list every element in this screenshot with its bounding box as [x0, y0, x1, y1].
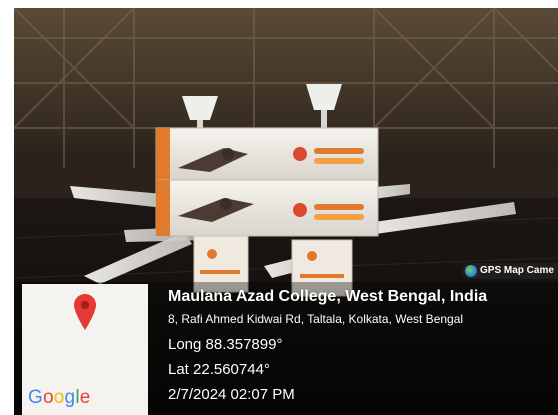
location-info: Maulana Azad College, West Bengal, India… [168, 286, 556, 405]
timestamp: 2/7/2024 02:07 PM [168, 386, 295, 403]
fan-box-bottom [155, 179, 379, 237]
longitude-readout: Long 88.357899° [168, 336, 283, 353]
map-thumbnail: Google [22, 284, 148, 415]
fan-box-top [155, 127, 379, 181]
globe-icon [465, 265, 477, 277]
gps-map-camera-tag: GPS Map Came [462, 263, 558, 279]
location-address: 8, Rafi Ahmed Kidwai Rd, Taltala, Kolkat… [168, 312, 464, 326]
photo-frame: GPS Map Came Google Maulana Azad College… [0, 0, 558, 415]
location-title: Maulana Azad College, West Bengal, India [168, 288, 488, 305]
latitude-readout: Lat 22.560744° [168, 361, 270, 378]
google-logo: Google [28, 387, 91, 408]
location-pin-icon [74, 294, 96, 330]
gps-tag-label: GPS Map Came [480, 265, 554, 276]
